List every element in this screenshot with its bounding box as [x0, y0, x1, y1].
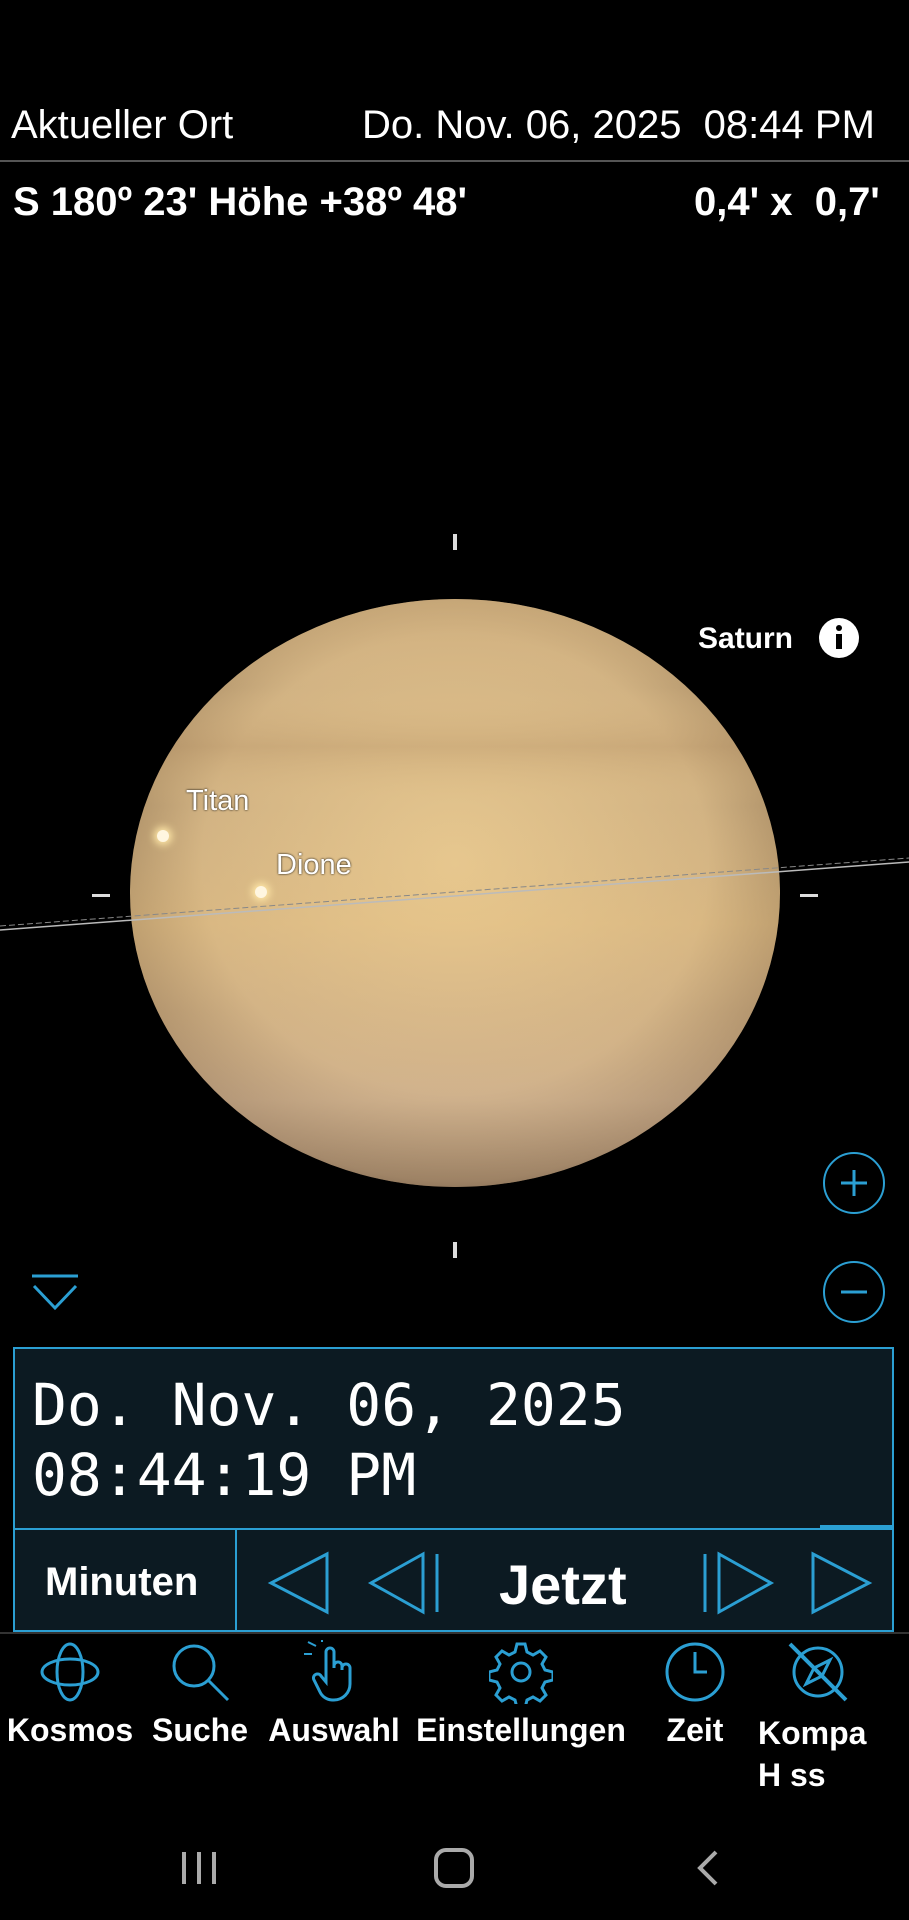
- chevron-down-icon[interactable]: [30, 1272, 80, 1314]
- nav-kompass-label: Kompa H ss: [758, 1715, 867, 1793]
- home-icon[interactable]: [434, 1848, 474, 1888]
- nav-suche-label: Suche: [151, 1712, 249, 1748]
- nav-auswahl-label: Auswahl: [268, 1712, 400, 1748]
- hand-pointer-icon: [304, 1640, 352, 1702]
- back-icon[interactable]: [697, 1850, 718, 1886]
- time-control-bar: Minuten Jetzt: [13, 1530, 894, 1632]
- android-nav-bar: [182, 1848, 718, 1888]
- object-label[interactable]: Saturn: [698, 622, 793, 656]
- zoom-out-button[interactable]: [823, 1261, 885, 1323]
- location-label[interactable]: Aktueller Ort: [11, 103, 233, 148]
- compass-disabled-icon: [788, 1642, 848, 1702]
- plus-circle-icon: [841, 1170, 867, 1196]
- time-panel-time: 08:44:19 PM: [32, 1441, 417, 1509]
- recent-apps-icon[interactable]: [182, 1852, 216, 1884]
- nav-divider: [0, 1632, 909, 1634]
- time-panel-date: Do. Nov. 06, 2025: [32, 1371, 626, 1439]
- coordinates-label: S 180º 23' Höhe +38º 48': [13, 180, 468, 224]
- nav-einstellungen-label: Einstellungen: [416, 1712, 626, 1748]
- search-icon: [172, 1644, 230, 1702]
- minus-circle-icon: [841, 1290, 867, 1294]
- gear-icon: [489, 1642, 553, 1704]
- moon-label-dione[interactable]: Dione: [276, 849, 352, 882]
- step-unit-button[interactable]: Minuten: [45, 1560, 198, 1605]
- step-unit-divider: [235, 1530, 237, 1630]
- step-back-icon[interactable]: [367, 1550, 447, 1616]
- nav-einstellungen[interactable]: Einstellungen: [408, 1640, 634, 1749]
- nav-zeit[interactable]: Zeit: [645, 1640, 745, 1749]
- nav-kosmos[interactable]: Kosmos: [0, 1640, 140, 1749]
- nav-kosmos-label: Kosmos: [6, 1712, 134, 1748]
- datetime-label[interactable]: Do. Nov. 06, 2025 08:44 PM: [362, 103, 875, 148]
- nav-kompass[interactable]: Kompa H ss: [758, 1640, 908, 1796]
- header-divider: [0, 160, 909, 162]
- angular-size-label: 0,4' x 0,7': [694, 180, 880, 224]
- reticle-top: [453, 534, 457, 550]
- reticle-right: [800, 894, 818, 897]
- step-forward-icon[interactable]: [695, 1550, 775, 1616]
- nav-auswahl[interactable]: Auswahl: [262, 1640, 406, 1749]
- moon-label-titan[interactable]: Titan: [186, 785, 249, 818]
- orbit-icon: [40, 1642, 100, 1702]
- saturn-view[interactable]: [0, 500, 909, 1280]
- zoom-in-button[interactable]: [823, 1152, 885, 1214]
- now-button[interactable]: Jetzt: [499, 1552, 627, 1617]
- nav-zeit-label: Zeit: [666, 1712, 724, 1748]
- time-panel-indicator: [820, 1525, 892, 1529]
- fast-forward-icon[interactable]: [805, 1550, 875, 1616]
- info-icon[interactable]: [818, 617, 860, 659]
- time-display-panel[interactable]: Do. Nov. 06, 2025 08:44:19 PM: [13, 1347, 894, 1530]
- nav-suche[interactable]: Suche: [145, 1640, 255, 1749]
- moon-dot-titan[interactable]: [157, 830, 169, 842]
- clock-icon: [665, 1642, 725, 1702]
- fast-back-icon[interactable]: [265, 1550, 335, 1616]
- moon-dot-dione[interactable]: [255, 886, 267, 898]
- reticle-left: [92, 894, 110, 897]
- reticle-bottom: [453, 1242, 457, 1258]
